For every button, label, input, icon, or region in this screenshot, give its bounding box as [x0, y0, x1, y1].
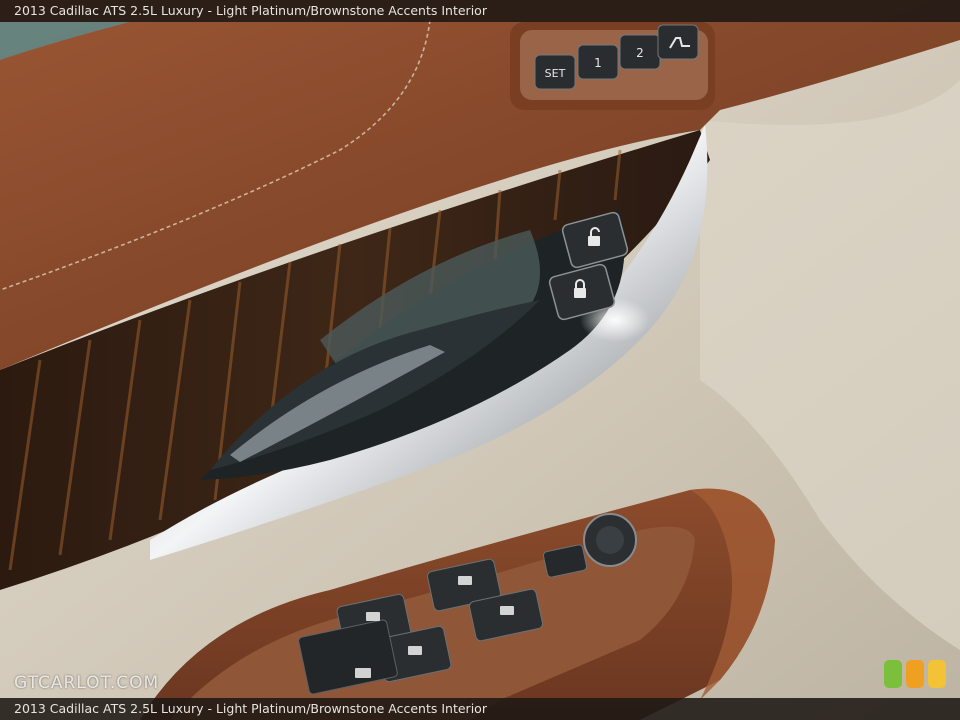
window-icon [366, 612, 380, 621]
window-icon [500, 606, 514, 615]
seat-exit-button[interactable] [657, 24, 699, 60]
image-caption-bottom: 2013 Cadillac ATS 2.5L Luxury - Light Pl… [0, 698, 960, 720]
memory-2-label: 2 [636, 46, 644, 60]
window-lock-icon [355, 668, 371, 678]
window-icon [458, 576, 472, 585]
car-door-interior-photo: SET 1 2 [0, 0, 960, 720]
memory-1-label: 1 [594, 56, 602, 70]
site-logo [884, 660, 946, 688]
memory-set-label: SET [545, 67, 566, 80]
image-caption-top: 2013 Cadillac ATS 2.5L Luxury - Light Pl… [0, 0, 960, 22]
window-icon [408, 646, 422, 655]
watermark: GTCARLOT.COM [14, 673, 160, 693]
